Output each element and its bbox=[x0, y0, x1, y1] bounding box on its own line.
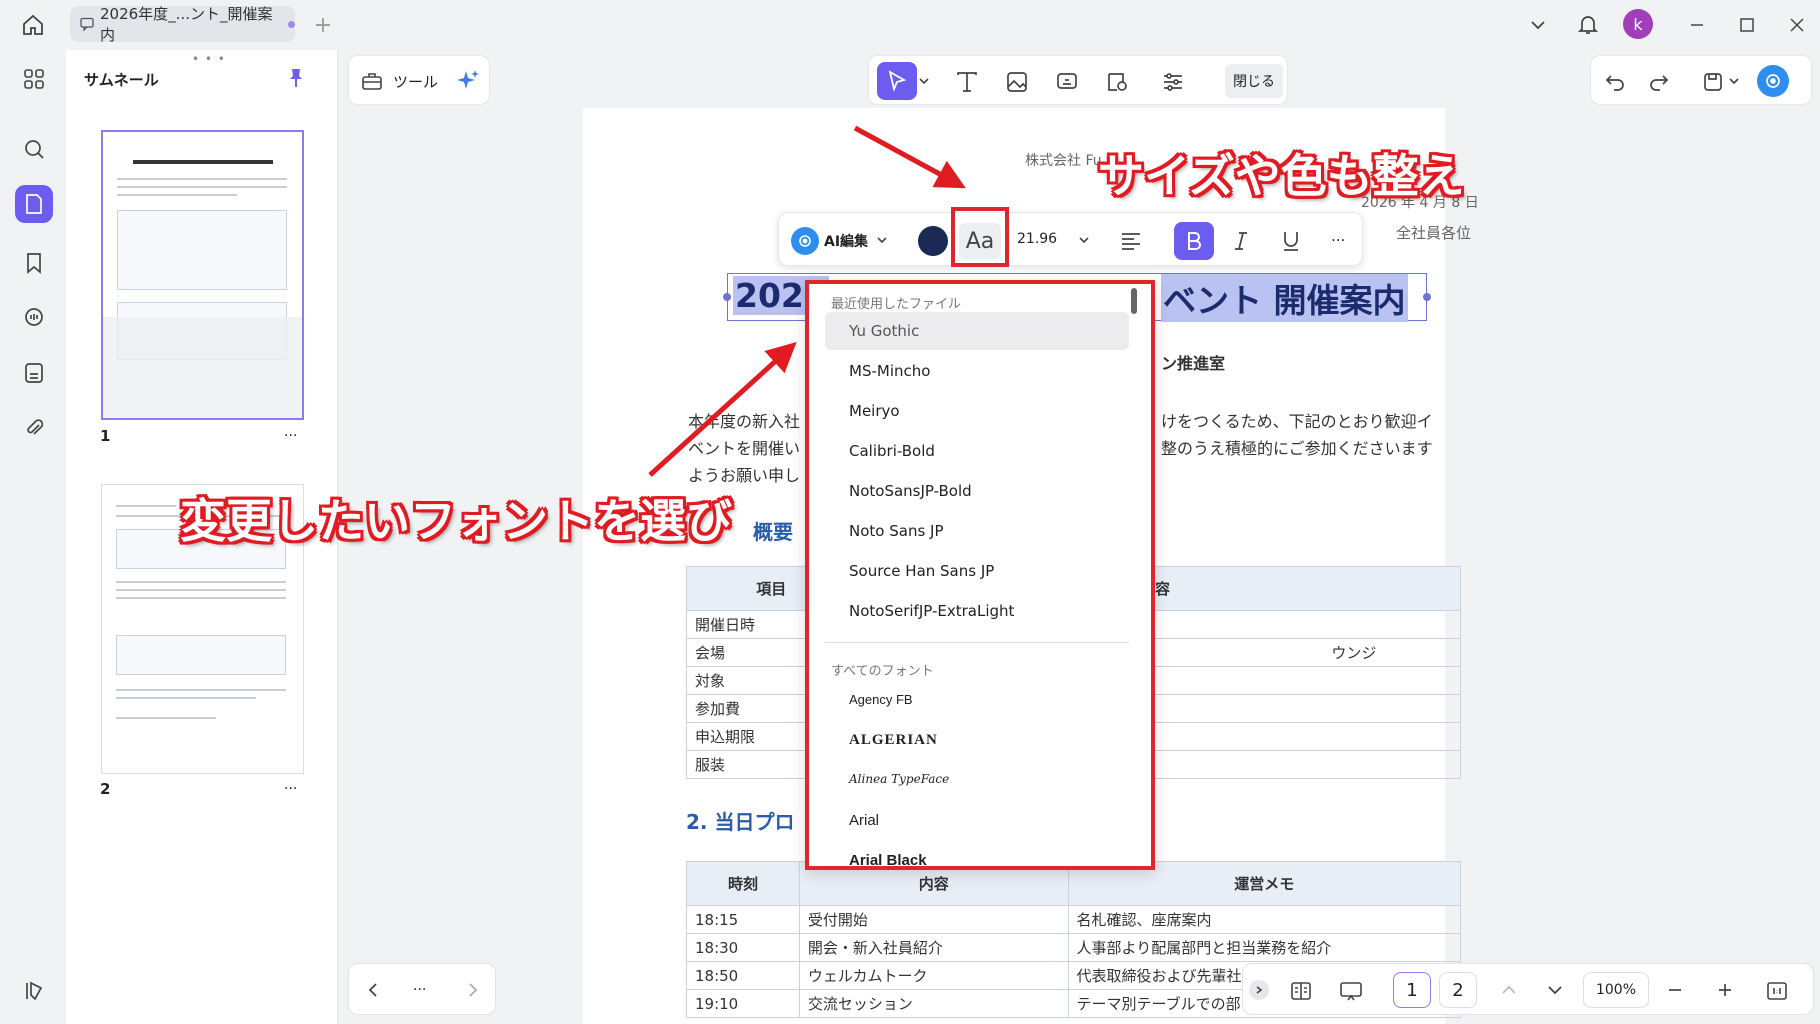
arrow-to-font-list bbox=[648, 341, 797, 477]
page-navigation-bar: 1 2 100% bbox=[1242, 963, 1814, 1015]
chevron-up-icon[interactable] bbox=[1497, 978, 1521, 1002]
zoom-out-icon[interactable] bbox=[1663, 978, 1687, 1002]
presentation-icon[interactable] bbox=[1337, 977, 1365, 1005]
more-pages-button[interactable]: ... bbox=[413, 978, 426, 994]
chevron-down-icon[interactable] bbox=[1543, 978, 1567, 1002]
chevron-right-icon[interactable] bbox=[1249, 980, 1269, 1000]
annotation-choose-font: 変更したいフォントを選び bbox=[180, 494, 732, 548]
chevron-left-icon[interactable] bbox=[361, 978, 385, 1002]
page-button-2[interactable]: 2 bbox=[1439, 972, 1477, 1008]
annotation-size-color: サイズや色も整え bbox=[1098, 149, 1465, 203]
zoom-level[interactable]: 100% bbox=[1583, 972, 1649, 1008]
page-scroll-bar: ... bbox=[348, 963, 496, 1015]
zoom-in-icon[interactable] bbox=[1713, 978, 1737, 1002]
reading-mode-icon[interactable] bbox=[1287, 977, 1315, 1005]
fit-page-icon[interactable] bbox=[1763, 977, 1791, 1005]
page-button-1[interactable]: 1 bbox=[1393, 972, 1431, 1008]
arrow-to-font-button bbox=[853, 125, 966, 189]
chevron-right-icon[interactable] bbox=[461, 978, 485, 1002]
